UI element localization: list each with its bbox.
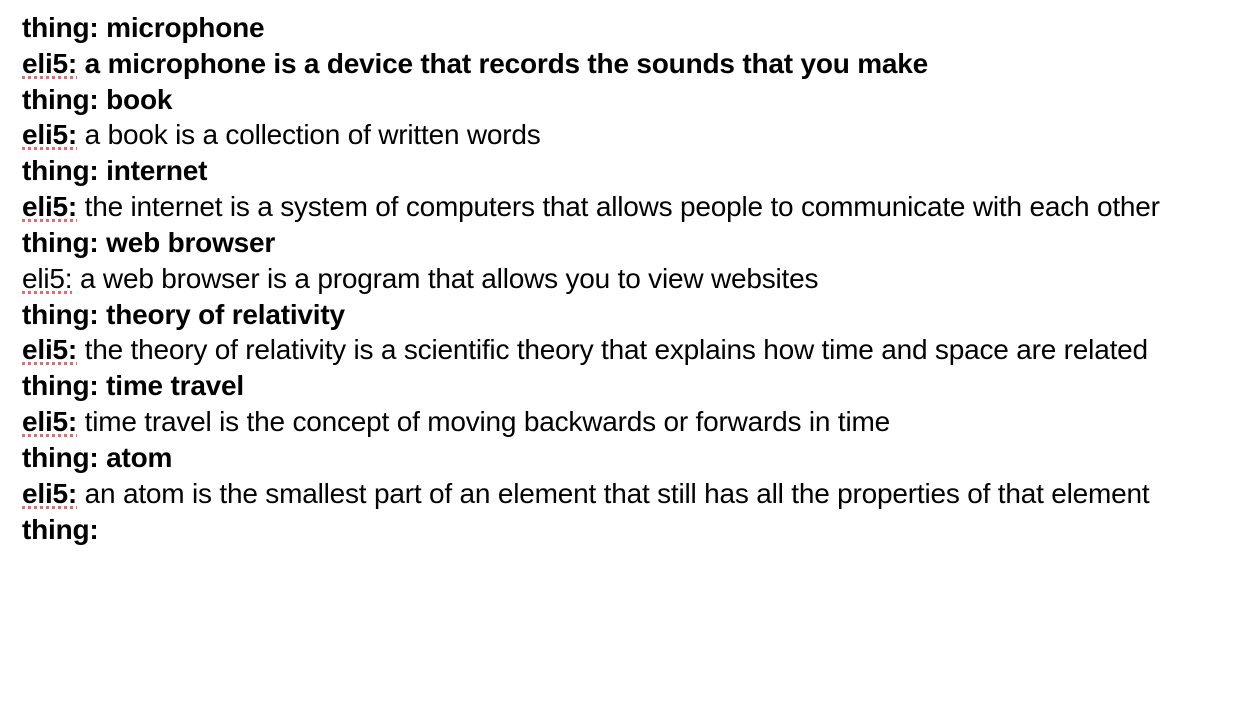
thing-value: atom — [106, 442, 172, 473]
eli5-label: eli5: — [22, 191, 77, 222]
thing-label: thing: — [22, 514, 99, 545]
thing-label: thing: — [22, 12, 99, 43]
document-content: thing: microphoneeli5: a microphone is a… — [22, 10, 1236, 547]
thing-label: thing: — [22, 442, 99, 473]
eli5-label: eli5: — [22, 478, 77, 509]
eli5-label: eli5: — [22, 263, 72, 294]
entry-line: thing: time travel — [22, 368, 1236, 404]
thing-value: internet — [106, 155, 207, 186]
eli5-label: eli5: — [22, 406, 77, 437]
thing-value: microphone — [106, 12, 264, 43]
entry-line: eli5: the internet is a system of comput… — [22, 189, 1236, 225]
entry-line: thing: microphone — [22, 10, 1236, 46]
thing-label: thing: — [22, 227, 99, 258]
entry-line: thing: internet — [22, 153, 1236, 189]
thing-value: book — [106, 84, 172, 115]
eli5-value: a web browser is a program that allows y… — [80, 263, 818, 294]
entry-line: eli5: the theory of relativity is a scie… — [22, 332, 1236, 368]
eli5-label: eli5: — [22, 334, 77, 365]
thing-value: web browser — [106, 227, 275, 258]
thing-label: thing: — [22, 299, 99, 330]
thing-label: thing: — [22, 155, 99, 186]
entry-line: thing: — [22, 512, 1236, 548]
thing-value: time travel — [106, 370, 244, 401]
eli5-value: the theory of relativity is a scientific… — [85, 334, 1148, 365]
eli5-label: eli5: — [22, 119, 77, 150]
entry-line: eli5: a web browser is a program that al… — [22, 261, 1236, 297]
eli5-value: time travel is the concept of moving bac… — [85, 406, 890, 437]
eli5-value: a book is a collection of written words — [85, 119, 541, 150]
entry-line: thing: atom — [22, 440, 1236, 476]
entry-line: eli5: a book is a collection of written … — [22, 117, 1236, 153]
eli5-label: eli5: — [22, 48, 77, 79]
entry-line: eli5: a microphone is a device that reco… — [22, 46, 1236, 82]
thing-label: thing: — [22, 84, 99, 115]
eli5-value: the internet is a system of computers th… — [85, 191, 1160, 222]
eli5-value: an atom is the smallest part of an eleme… — [85, 478, 1150, 509]
entry-line: thing: web browser — [22, 225, 1236, 261]
eli5-value: a microphone is a device that records th… — [85, 48, 928, 79]
thing-label: thing: — [22, 370, 99, 401]
entry-line: thing: book — [22, 82, 1236, 118]
entry-line: eli5: an atom is the smallest part of an… — [22, 476, 1236, 512]
thing-value: theory of relativity — [106, 299, 345, 330]
entry-line: eli5: time travel is the concept of movi… — [22, 404, 1236, 440]
entry-line: thing: theory of relativity — [22, 297, 1236, 333]
